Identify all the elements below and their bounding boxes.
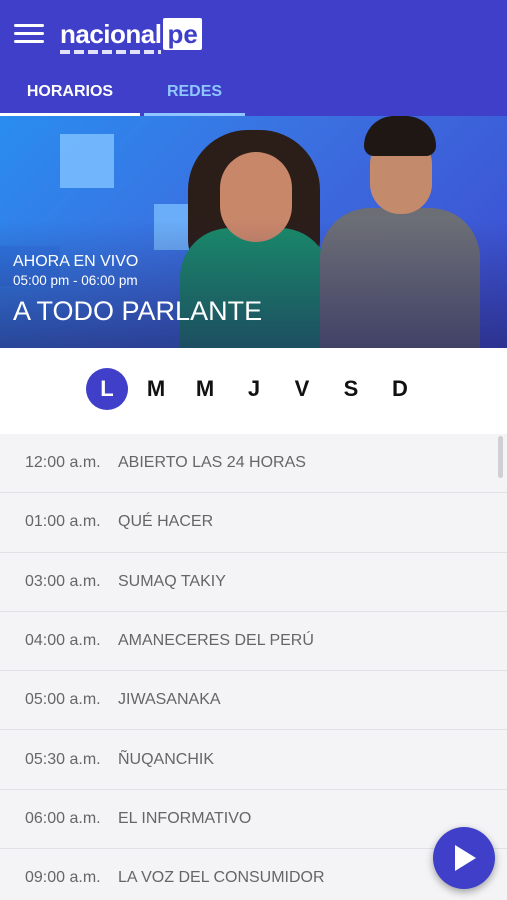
program-time: 05:00 a.m. [25,691,101,709]
list-item[interactable]: 12:00 a.m. ABIERTO LAS 24 HORAS [0,434,507,494]
live-label: AHORA EN VIVO [13,253,139,270]
program-time: 09:00 a.m. [25,869,101,887]
program-time: 12:00 a.m. [25,454,101,472]
live-show-title: A TODO PARLANTE [13,296,263,326]
live-time-range: 05:00 pm - 06:00 pm [13,273,138,288]
program-name: ÑUQANCHIK [118,750,215,768]
play-icon [455,845,476,871]
play-button[interactable] [433,827,495,889]
day-viernes[interactable]: V [281,368,323,410]
app-bar: nacional pe HORARIOS REDES [0,0,507,116]
day-jueves[interactable]: J [233,368,275,410]
schedule-list: 12:00 a.m. ABIERTO LAS 24 HORAS 01:00 a.… [0,434,507,900]
day-miercoles[interactable]: M [184,368,226,410]
program-name: ABIERTO LAS 24 HORAS [118,454,306,472]
list-item[interactable]: 03:00 a.m. SUMAQ TAKIY [0,553,507,612]
program-name: QUÉ HACER [118,513,214,531]
list-item[interactable]: 06:00 a.m. EL INFORMATIVO [0,790,507,850]
program-time: 03:00 a.m. [25,572,101,590]
logo-text: nacional [60,16,162,54]
day-martes[interactable]: M [135,368,177,410]
logo-box: pe [163,18,202,50]
now-playing-banner[interactable]: AHORA EN VIVO 05:00 pm - 06:00 pm A TODO… [0,116,507,348]
day-domingo[interactable]: D [379,368,421,410]
program-name: LA VOZ DEL CONSUMIDOR [118,869,325,887]
program-time: 01:00 a.m. [25,513,101,531]
program-name: SUMAQ TAKIY [118,572,226,590]
day-sabado[interactable]: S [330,368,372,410]
tab-redes[interactable]: REDES [144,70,245,116]
list-item[interactable]: 01:00 a.m. QUÉ HACER [0,493,507,553]
list-item[interactable]: 04:00 a.m. AMANECERES DEL PERÚ [0,612,507,672]
program-name: JIWASANAKA [118,691,221,709]
tab-horarios[interactable]: HORARIOS [0,70,140,116]
program-name: AMANECERES DEL PERÚ [118,632,314,650]
list-item[interactable]: 05:00 a.m. JIWASANAKA [0,671,507,731]
tab-bar: HORARIOS REDES [0,70,507,116]
list-item[interactable]: 09:00 a.m. LA VOZ DEL CONSUMIDOR [0,849,507,900]
list-item[interactable]: 05:30 a.m. ÑUQANCHIK [0,730,507,790]
hamburger-menu-icon[interactable] [14,24,44,48]
program-name: EL INFORMATIVO [118,809,252,827]
program-time: 04:00 a.m. [25,632,101,650]
program-time: 06:00 a.m. [25,809,101,827]
program-time: 05:30 a.m. [25,750,101,768]
logo[interactable]: nacional pe [60,16,202,56]
day-selector: L M M J V S D [0,348,507,434]
scrollbar[interactable] [498,436,503,478]
day-lunes[interactable]: L [86,368,128,410]
